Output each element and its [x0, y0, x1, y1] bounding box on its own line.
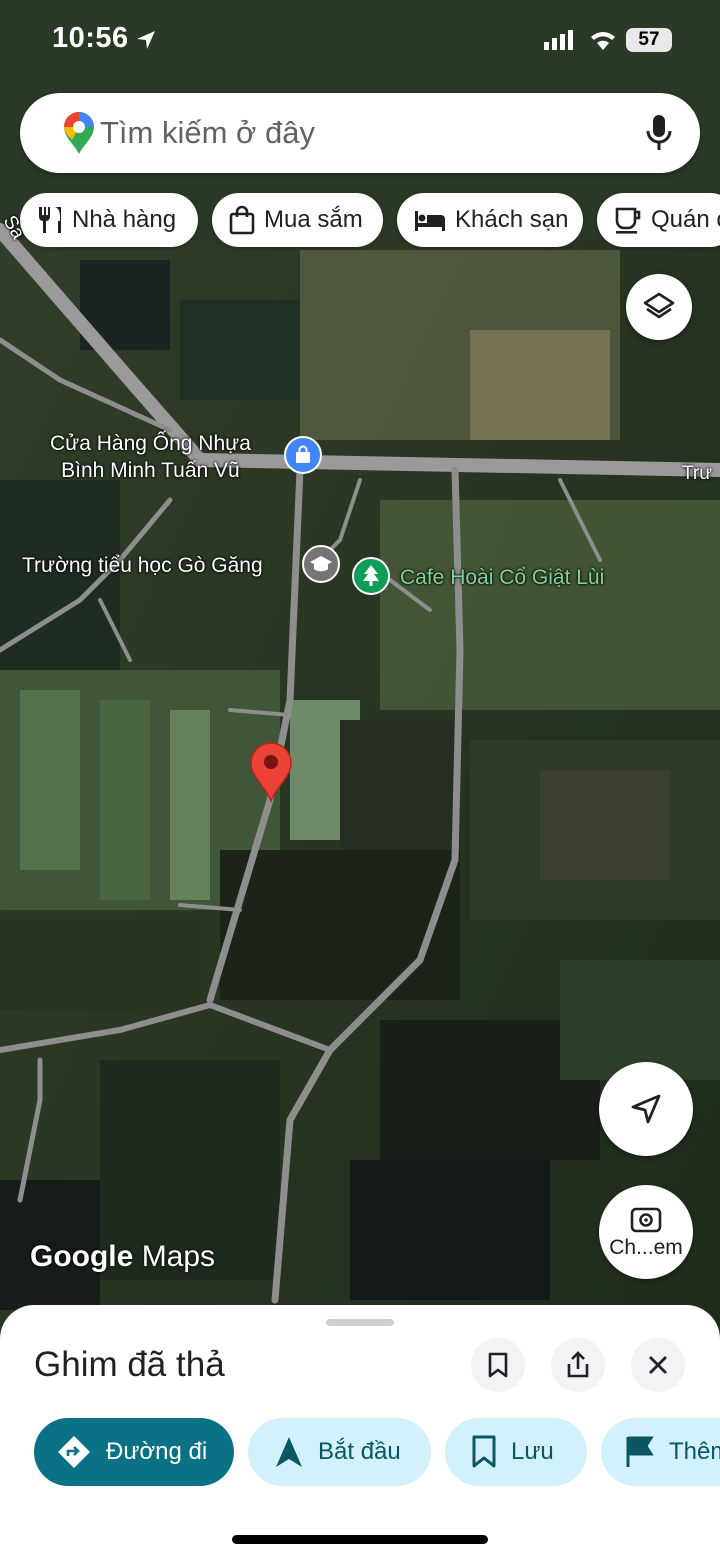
- watermark-google: Google: [30, 1240, 134, 1273]
- more-label: Thêm: [669, 1438, 720, 1465]
- search-bar[interactable]: Tìm kiếm ở đây: [20, 93, 700, 173]
- save-icon-button[interactable]: [471, 1338, 525, 1392]
- save-label: Lưu: [511, 1438, 554, 1465]
- camera-search-icon: [630, 1207, 662, 1233]
- layers-button[interactable]: [626, 274, 692, 340]
- bookmark-icon: [472, 1435, 496, 1468]
- lens-button-label: Ch...em: [609, 1236, 683, 1259]
- chip-shopping[interactable]: Mua sắm: [212, 193, 383, 247]
- my-location-button[interactable]: [599, 1062, 693, 1156]
- bookmark-icon: [488, 1352, 508, 1378]
- directions-button[interactable]: Đường đi: [34, 1418, 234, 1486]
- google-maps-watermark: Google Maps: [30, 1240, 215, 1274]
- place-marker-cafe[interactable]: [352, 557, 390, 595]
- directions-label: Đường đi: [106, 1438, 208, 1465]
- location-arrow-icon: [137, 31, 155, 49]
- chip-label: Mua sắm: [264, 206, 363, 233]
- watermark-maps: Maps: [141, 1240, 216, 1273]
- category-chips: Nhà hàng Mua sắm Khách sạn Quán c: [0, 193, 720, 247]
- chip-label: Khách sạn: [455, 206, 569, 233]
- dropped-pin-icon[interactable]: [249, 741, 293, 803]
- more-button[interactable]: Thêm: [601, 1418, 720, 1486]
- place-label-school[interactable]: Trường tiểu học Gò Găng: [22, 552, 263, 579]
- navigation-arrow-icon: [276, 1437, 302, 1467]
- flag-icon: [626, 1436, 654, 1467]
- shopping-bag-icon: [296, 445, 310, 463]
- place-marker-school[interactable]: [302, 545, 340, 583]
- start-label: Bắt đầu: [318, 1438, 401, 1465]
- chip-cafes[interactable]: Quán c: [597, 193, 720, 247]
- battery-indicator: 57: [626, 28, 672, 52]
- search-input[interactable]: Tìm kiếm ở đây: [100, 115, 315, 151]
- share-button[interactable]: [551, 1338, 605, 1392]
- share-icon: [567, 1351, 589, 1378]
- dropped-pin-sheet: Ghim đã thả Đường đi Bắt đầu Lưu Thêm: [0, 1305, 720, 1557]
- signal-icon: [544, 30, 573, 50]
- close-icon: [649, 1356, 667, 1374]
- google-maps-logo-icon: [64, 112, 94, 154]
- lens-button[interactable]: Ch...em: [599, 1185, 693, 1279]
- shopping-bag-icon: [229, 205, 255, 235]
- place-label-pipe-store[interactable]: Cửa Hàng Ống Nhựa Bình Minh Tuấn Vũ: [50, 430, 251, 484]
- save-button[interactable]: Lưu: [445, 1418, 587, 1486]
- sheet-drag-handle[interactable]: [326, 1319, 394, 1326]
- fork-knife-icon: [39, 207, 61, 233]
- place-marker-pipe-store[interactable]: [284, 436, 322, 474]
- layers-icon: [643, 292, 675, 319]
- microphone-icon[interactable]: [646, 113, 672, 153]
- place-label-cafe[interactable]: Cafe Hoài Cổ Giật Lùi: [400, 564, 604, 591]
- chip-label: Quán c: [651, 206, 720, 233]
- navigation-arrow-icon: [631, 1094, 661, 1124]
- directions-icon: [58, 1436, 90, 1468]
- chip-restaurants[interactable]: Nhà hàng: [20, 193, 198, 247]
- chip-hotels[interactable]: Khách sạn: [397, 193, 583, 247]
- sheet-title: Ghim đã thả: [34, 1345, 225, 1384]
- status-time: 10:56: [52, 22, 129, 54]
- status-bar: 10:56 57: [0, 0, 720, 80]
- road-label: Trư: [682, 463, 712, 484]
- close-button[interactable]: [631, 1338, 685, 1392]
- wifi-icon: [591, 32, 615, 50]
- home-indicator: [232, 1535, 488, 1544]
- tree-icon: [363, 565, 379, 586]
- bed-icon: [415, 211, 445, 231]
- chip-label: Nhà hàng: [72, 206, 177, 233]
- school-icon: [310, 556, 332, 572]
- start-button[interactable]: Bắt đầu: [248, 1418, 431, 1486]
- coffee-cup-icon: [615, 207, 641, 234]
